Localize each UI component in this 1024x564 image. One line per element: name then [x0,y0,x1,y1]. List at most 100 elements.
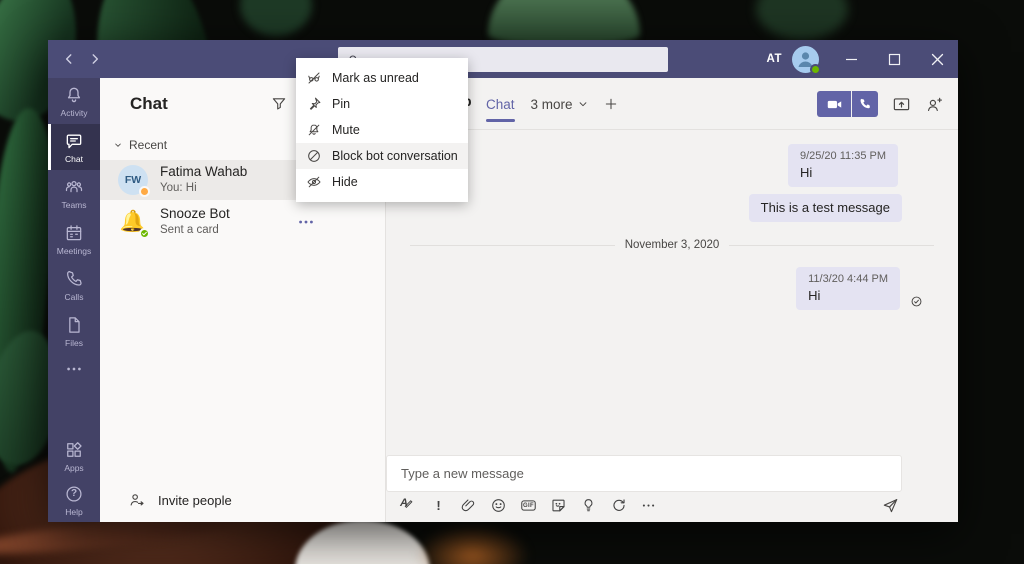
audio-call-button[interactable] [852,91,878,117]
people-group-icon [65,180,83,192]
sidebar-item-label: Meetings [56,245,92,256]
gif-label: GIF [523,502,534,509]
desktop: AT Activity Chat Teams Meetings Calls Fi… [0,0,1024,564]
conversation-name: Fatima Wahab [160,164,248,180]
background-leaf [240,0,312,36]
profile-avatar[interactable] [792,45,821,75]
sidebar-item-apps[interactable]: Apps [48,434,100,478]
phone-icon [860,98,870,109]
sidebar-item-activity[interactable]: Activity [48,78,100,124]
menu-item-block-bot-conversation[interactable]: Block bot conversation [296,143,468,169]
message-text: This is a test message [760,200,890,215]
add-people-icon[interactable] [925,95,944,114]
conversation-preview: Sent a card [160,224,219,237]
date-divider-label: November 3, 2020 [624,239,720,251]
invite-people-button[interactable]: Invite people [128,491,232,509]
forward-icon[interactable] [88,52,102,66]
divider-line [729,244,934,246]
menu-item-label: Mark as unread [332,71,419,85]
share-screen-icon[interactable] [892,95,911,114]
sidebar-item-help[interactable]: ? Help [48,478,100,522]
status-available-badge [810,63,821,75]
tab-more-dropdown[interactable]: 3 more [531,78,588,130]
message-bubble: 11/3/20 4:44 PM Hi [796,267,900,310]
mark-unread-icon [308,72,320,84]
menu-item-label: Block bot conversation [332,149,458,163]
calendar-icon [66,224,82,240]
send-icon[interactable] [881,496,900,515]
person-add-icon [130,494,144,506]
importance-icon[interactable]: ! [430,497,447,514]
conversation-meta: Snooze Bot Sent a card [160,206,230,237]
divider-line [410,244,615,246]
message-timestamp: 11/3/20 4:44 PM [808,273,888,285]
sidebar-item-meetings[interactable]: Meetings [48,216,100,262]
menu-item-mute[interactable]: Mute [296,117,468,143]
tab-label: 3 more [530,96,573,112]
sidebar-item-files[interactable]: Files [48,308,100,354]
emoji-icon[interactable] [490,497,507,514]
video-call-button[interactable] [817,91,851,117]
lightbulb-icon[interactable] [580,497,597,514]
apps-grid-icon [67,441,82,457]
sidebar-item-label: Files [65,337,83,348]
rail-spacer [48,384,100,434]
filter-icon[interactable] [270,95,288,113]
sidebar-item-label: Chat [65,153,83,164]
sidebar-item-more[interactable] [48,354,100,384]
ellipsis-icon [67,367,81,371]
conversation-pane: b Chat 3 more [386,78,958,522]
teams-window: AT Activity Chat Teams Meetings Calls Fi… [48,40,958,522]
tab-chat[interactable]: Chat [486,78,515,130]
menu-item-pin[interactable]: Pin [296,91,468,117]
chevron-down-icon [579,102,586,107]
bell-icon [67,87,81,102]
menu-item-label: Hide [332,175,358,189]
hide-eye-icon [307,176,321,188]
message-input[interactable] [386,455,902,492]
back-icon[interactable] [62,52,76,66]
sidebar-item-calls[interactable]: Calls [48,262,100,308]
minimize-button[interactable] [845,53,858,66]
more-options-icon[interactable] [640,497,657,514]
conversation-name: Snooze Bot [160,206,230,222]
add-tab-icon[interactable] [604,97,618,111]
tab-label: Chat [486,96,515,112]
menu-item-hide[interactable]: Hide [296,169,468,195]
conversation-preview: You: Hi [160,182,197,195]
menu-item-label: Pin [332,97,351,111]
menu-item-mark-as-unread[interactable]: Mark as unread [296,65,468,91]
background-leaf [756,0,848,40]
maximize-button[interactable] [888,53,901,66]
background-glow [415,524,530,564]
file-icon [69,316,80,333]
rail-bottom: Apps ? Help [48,434,100,522]
close-button[interactable] [931,53,944,66]
window-body: Activity Chat Teams Meetings Calls Files… [48,78,958,522]
message-text: Hi [808,288,821,303]
sticker-icon[interactable] [550,497,567,514]
phone-icon [67,270,82,286]
message-text: Hi [799,165,813,180]
mute-bell-icon [308,124,320,136]
video-camera-icon [827,100,841,108]
attach-icon[interactable] [460,497,477,514]
loop-refresh-icon[interactable] [610,497,627,514]
titlebar-right: AT [767,45,958,75]
conversation-row-snooze-bot[interactable]: 🔔 Snooze Bot Sent a card [100,200,385,244]
help-icon: ? [64,484,84,504]
gif-icon[interactable]: GIF [520,497,537,514]
help-glyph: ? [70,488,78,499]
tab-bar: Chat 3 more [486,78,618,130]
sidebar-item-teams[interactable]: Teams [48,170,100,216]
format-icon[interactable]: A [400,497,417,514]
conversation-context-menu: Mark as unread Pin Mute Block bot conver… [296,58,468,202]
call-button-group [817,91,878,117]
sidebar-item-chat[interactable]: Chat [48,124,100,170]
recent-section-header[interactable]: Recent [114,138,167,152]
avatar: FW [118,165,150,197]
app-rail: Activity Chat Teams Meetings Calls Files… [48,78,100,522]
conversation-more-options-icon[interactable] [296,212,316,232]
date-divider: November 3, 2020 [410,239,934,251]
sidebar-item-label: Help [65,506,83,517]
